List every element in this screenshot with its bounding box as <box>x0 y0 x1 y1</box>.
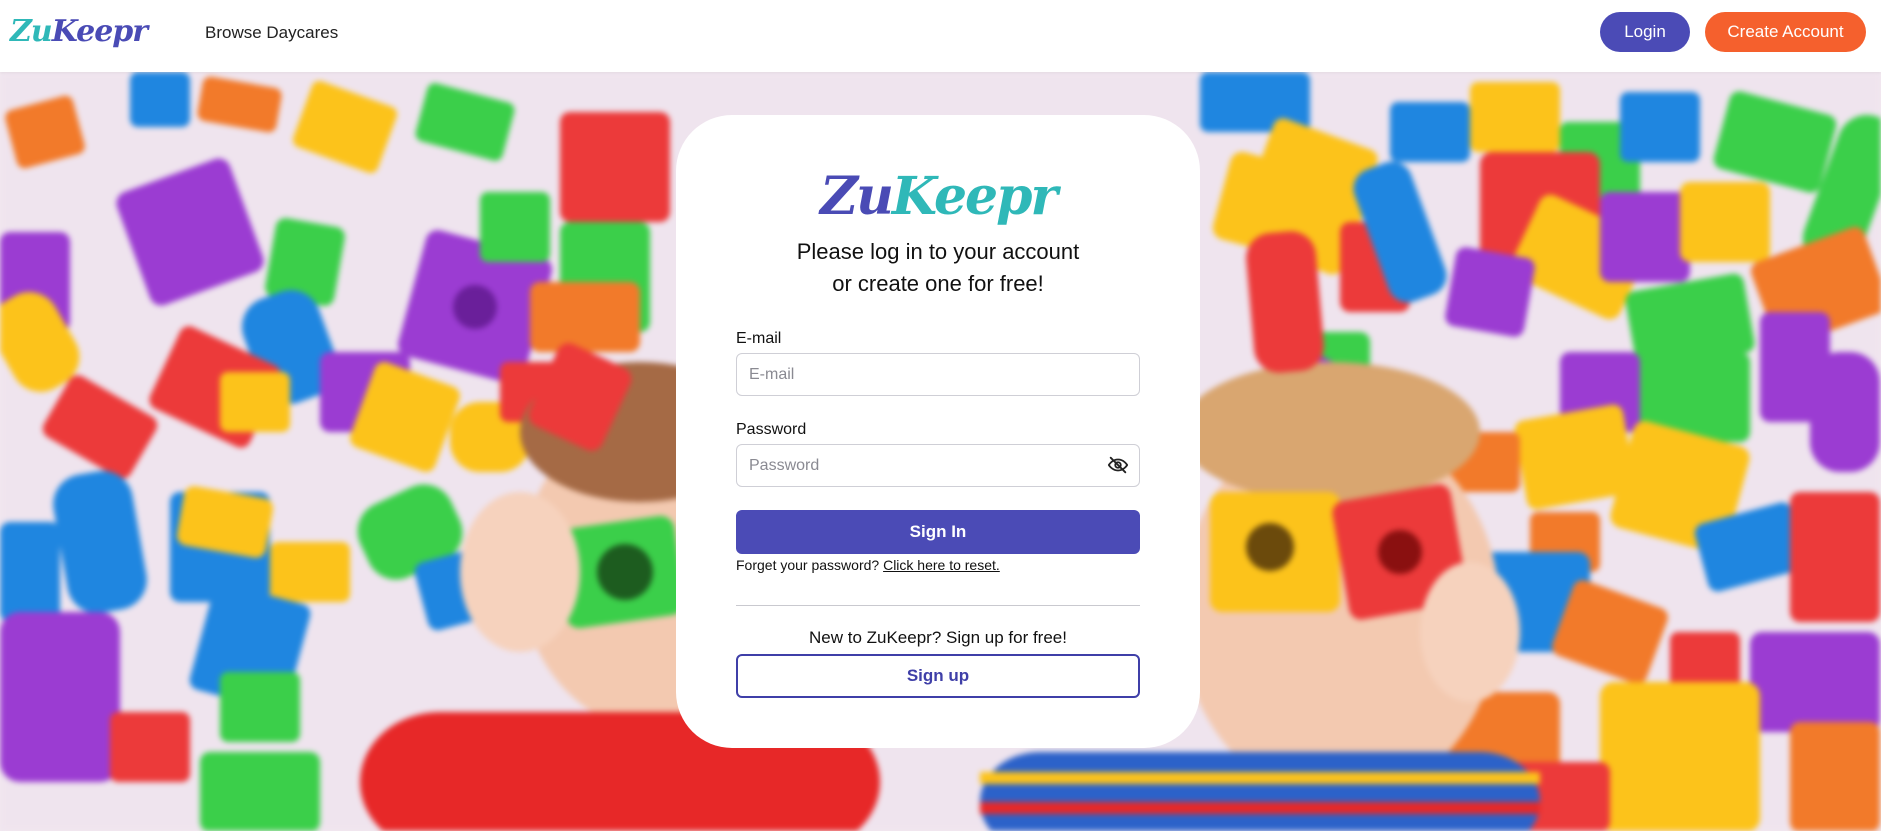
create-account-button[interactable]: Create Account <box>1705 12 1866 52</box>
email-field[interactable] <box>736 353 1140 396</box>
logo-part-zu: Zu <box>820 166 894 227</box>
divider <box>736 605 1140 606</box>
email-label: E-mail <box>736 330 782 347</box>
logo-part-zu: Zu <box>10 14 53 49</box>
subtitle-line-2: or create one for free! <box>832 271 1044 296</box>
brand-logo[interactable]: ZuKeepr <box>10 13 148 51</box>
sign-up-button[interactable]: Sign up <box>736 654 1140 698</box>
top-navbar: ZuKeepr Browse Daycares Login Create Acc… <box>0 0 1881 72</box>
login-subtitle: Please log in to your account or create … <box>676 236 1200 300</box>
password-field[interactable] <box>736 444 1140 487</box>
sign-in-button[interactable]: Sign In <box>736 510 1140 554</box>
login-button[interactable]: Login <box>1600 12 1690 52</box>
logo-part-keepr: Keepr <box>891 166 1058 227</box>
password-label: Password <box>736 421 807 438</box>
subtitle-line-1: Please log in to your account <box>796 239 1080 264</box>
login-card: ZuKeepr Please log in to your account or… <box>676 115 1200 748</box>
card-brand-logo: ZuKeepr <box>676 167 1200 227</box>
reset-password-link[interactable]: Click here to reset. <box>883 557 1000 573</box>
signup-prompt: New to ZuKeepr? Sign up for free! <box>809 628 1067 647</box>
browse-daycares-link[interactable]: Browse Daycares <box>205 22 338 44</box>
eye-slash-icon[interactable] <box>1107 454 1129 476</box>
logo-part-keepr: Keepr <box>51 14 148 49</box>
forgot-password-text: Forget your password? <box>736 557 880 573</box>
forgot-password-row: Forget your password? Click here to rese… <box>736 556 1000 574</box>
